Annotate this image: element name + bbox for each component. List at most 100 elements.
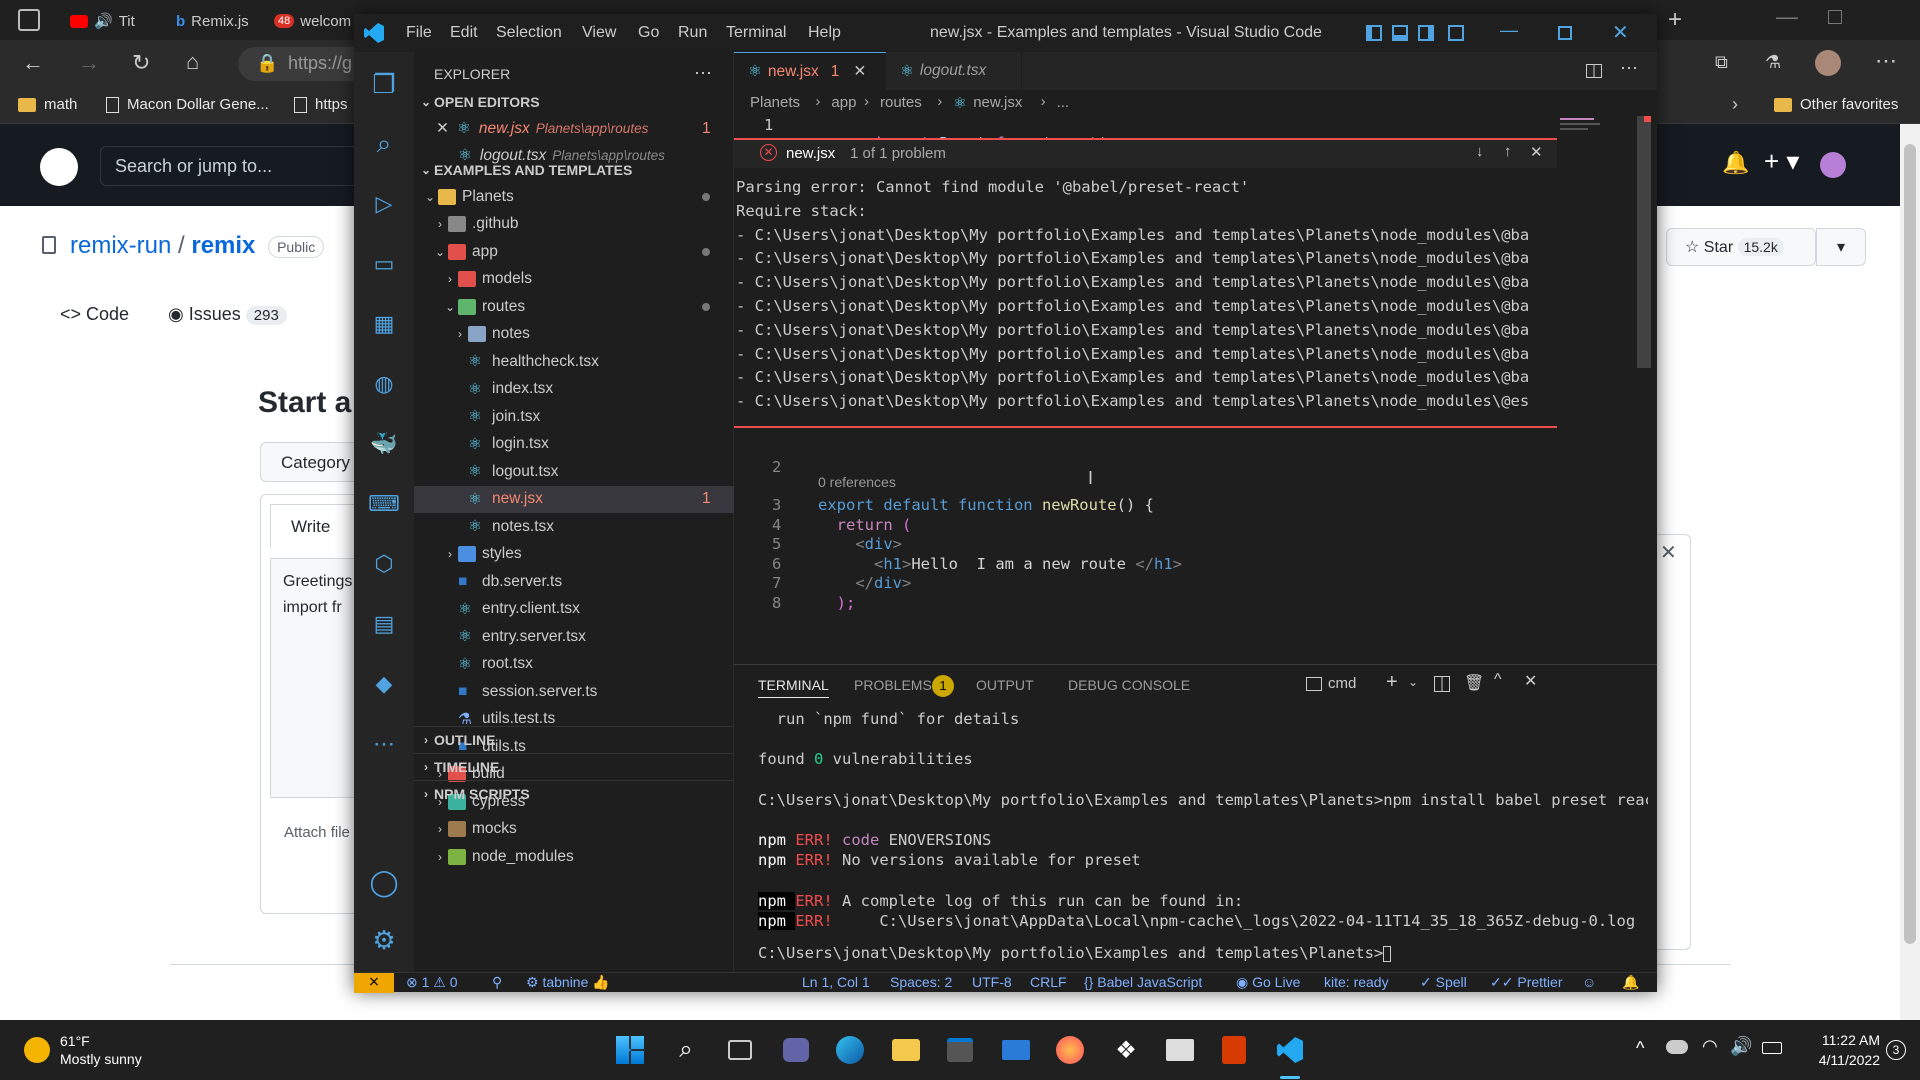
file-item[interactable]: ⚛ root.tsx bbox=[414, 651, 734, 678]
menu-view[interactable]: View bbox=[582, 24, 616, 42]
avatar[interactable] bbox=[1820, 152, 1846, 178]
file-item[interactable]: ⚛ entry.client.tsx bbox=[414, 596, 734, 623]
folder-item[interactable]: › models bbox=[414, 266, 734, 293]
store-icon[interactable] bbox=[940, 1030, 980, 1070]
avatar[interactable] bbox=[1815, 50, 1841, 76]
split-terminal-icon[interactable] bbox=[1434, 676, 1450, 692]
repo-owner-link[interactable]: remix-run bbox=[70, 232, 171, 259]
folder-item[interactable]: › styles bbox=[414, 541, 734, 568]
file-item[interactable]: ⚛ logout.tsx bbox=[414, 458, 734, 485]
trash-icon[interactable]: 🗑 bbox=[1464, 673, 1484, 693]
github-search-input[interactable]: Search or jump to... bbox=[100, 146, 360, 186]
menu-help[interactable]: Help bbox=[808, 24, 841, 42]
breadcrumb-item[interactable]: routes bbox=[880, 94, 922, 111]
file-item[interactable]: ⚛ entry.server.tsx bbox=[414, 623, 734, 650]
breadcrumb-item[interactable]: app bbox=[831, 94, 856, 111]
codelens-references[interactable]: 0 references bbox=[818, 474, 896, 490]
plus-icon[interactable]: + ▾ bbox=[1764, 146, 1799, 177]
clock[interactable]: 11:22 AM 4/11/2022 bbox=[1800, 1030, 1880, 1070]
folder-item[interactable]: › mocks bbox=[414, 816, 734, 843]
menu-terminal[interactable]: Terminal bbox=[726, 24, 786, 42]
toggle-panel-icon[interactable] bbox=[1392, 25, 1408, 41]
maximize-icon[interactable] bbox=[1558, 26, 1572, 40]
star-dropdown-icon[interactable]: ▾ bbox=[1816, 228, 1866, 266]
npm-scripts-header[interactable]: › NPM SCRIPTS bbox=[414, 780, 734, 807]
spell-status[interactable]: ✓ Spell bbox=[1420, 974, 1467, 991]
weather-widget[interactable]: 61°F Mostly sunny bbox=[24, 1032, 142, 1068]
dropbox-icon[interactable]: ❖ bbox=[1106, 1030, 1146, 1070]
terminal-shell-selector[interactable]: cmd bbox=[1306, 675, 1356, 692]
favorites-overflow-icon[interactable]: › bbox=[1732, 94, 1738, 115]
remote-explorer-icon[interactable]: ▭ bbox=[366, 246, 402, 282]
breadcrumb-item[interactable]: new.jsx bbox=[973, 94, 1022, 111]
minimize-icon[interactable]: — bbox=[1776, 4, 1798, 30]
file-item[interactable]: ⚛ new.jsx 1 bbox=[414, 485, 734, 513]
forward-icon[interactable]: → bbox=[78, 50, 100, 76]
folder-item[interactable]: ⌄ routes bbox=[414, 293, 734, 320]
notification-badge[interactable]: 3 bbox=[1886, 1040, 1906, 1060]
go-live[interactable]: ◉ Go Live bbox=[1236, 974, 1300, 991]
refresh-icon[interactable]: ↻ bbox=[132, 50, 150, 76]
favorite-item[interactable]: https bbox=[294, 96, 348, 113]
browser-tab[interactable]: 48 welcom bbox=[266, 6, 352, 36]
tab-code[interactable]: <> Code bbox=[60, 304, 129, 325]
code-line[interactable]: <h1>Hello I am a new route </h1> bbox=[818, 555, 1182, 573]
customize-layout-icon[interactable] bbox=[1448, 25, 1464, 41]
cursor-position[interactable]: Ln 1, Col 1 bbox=[802, 974, 870, 990]
settings-gear-icon[interactable]: ⚙ bbox=[366, 922, 402, 958]
task-view-icon[interactable] bbox=[720, 1030, 760, 1070]
folder-item[interactable]: ⌄ app bbox=[414, 238, 734, 265]
feedback-icon[interactable]: ☺ bbox=[1582, 974, 1596, 990]
tab-issues[interactable]: ◉ Issues 293 bbox=[168, 304, 287, 325]
kite-status[interactable]: kite: ready bbox=[1324, 974, 1389, 990]
bell-icon[interactable]: 🔔 bbox=[1622, 974, 1639, 991]
next-problem-icon[interactable]: ↓ bbox=[1476, 143, 1484, 160]
file-item[interactable]: ⚛ login.tsx bbox=[414, 431, 734, 458]
file-item[interactable]: ⚛ index.tsx bbox=[414, 376, 734, 403]
file-item[interactable]: ⚛ join.tsx bbox=[414, 403, 734, 430]
panel-tab-terminal[interactable]: TERMINAL bbox=[758, 677, 829, 698]
battery-icon[interactable] bbox=[1762, 1042, 1782, 1054]
docker-icon[interactable]: 🐳 bbox=[366, 426, 402, 462]
close-icon[interactable]: ✕ bbox=[1612, 20, 1629, 45]
close-icon[interactable]: ✕ bbox=[436, 119, 449, 138]
file-item[interactable]: ⚛ healthcheck.tsx bbox=[414, 348, 734, 375]
folder-item[interactable]: ⌄ Planets bbox=[414, 183, 734, 210]
menu-file[interactable]: File bbox=[406, 24, 432, 42]
tabnine-icon[interactable]: ◆ bbox=[366, 666, 402, 702]
onedrive-icon[interactable] bbox=[1666, 1040, 1688, 1054]
more-actions-icon[interactable]: ⋯ bbox=[1620, 58, 1638, 79]
file-item[interactable]: ■ session.server.ts bbox=[414, 678, 734, 705]
timeline-header[interactable]: › TIMELINE bbox=[414, 753, 734, 780]
more-icon[interactable]: ⋯ bbox=[366, 726, 402, 762]
code-line[interactable]: export default function newRoute() { bbox=[818, 496, 1154, 514]
file-item[interactable]: ■ db.server.ts bbox=[414, 568, 734, 595]
open-editor-item[interactable]: ✕ ⚛ new.jsx Planets\app\routes 1 bbox=[414, 115, 734, 142]
code-line[interactable]: ); bbox=[818, 594, 856, 612]
eol[interactable]: CRLF bbox=[1030, 974, 1067, 990]
extensions-icon[interactable]: ▦ bbox=[366, 306, 402, 342]
minimize-icon[interactable]: — bbox=[1500, 20, 1518, 41]
chevron-down-icon[interactable]: ⌄ bbox=[1408, 675, 1418, 689]
breadcrumb-item[interactable]: Planets bbox=[750, 94, 800, 111]
open-editors-header[interactable]: ⌄ OPEN EDITORS bbox=[414, 88, 734, 115]
new-tab-icon[interactable]: + bbox=[1668, 6, 1682, 34]
terminal-output[interactable]: run `npm fund` for details found 0 vulner… bbox=[758, 709, 1648, 963]
browser-tab[interactable]: 🔊 Tit bbox=[62, 6, 158, 36]
github-logo-icon[interactable] bbox=[40, 148, 78, 186]
menu-edit[interactable]: Edit bbox=[450, 24, 478, 42]
toggle-secondary-sidebar-icon[interactable] bbox=[1418, 25, 1434, 41]
star-button[interactable]: ☆ Star 15.2k bbox=[1666, 228, 1816, 266]
comment-textarea[interactable]: Greetings import fr bbox=[270, 558, 360, 798]
bell-icon[interactable]: 🔔 bbox=[1722, 150, 1749, 176]
amazon-icon[interactable] bbox=[1160, 1030, 1200, 1070]
mail-icon[interactable] bbox=[996, 1030, 1036, 1070]
code-line[interactable]: <div> bbox=[818, 535, 902, 553]
tab-new-jsx[interactable]: ⚛ new.jsx 1 ✕ bbox=[734, 52, 886, 90]
wifi-icon[interactable]: ◠ bbox=[1702, 1036, 1718, 1057]
indentation[interactable]: Spaces: 2 bbox=[890, 974, 952, 990]
menu-run[interactable]: Run bbox=[678, 24, 707, 42]
minimap[interactable] bbox=[1560, 116, 1620, 136]
favorite-item[interactable]: math bbox=[18, 96, 77, 113]
panel-tab-problems[interactable]: PROBLEMS bbox=[854, 677, 932, 693]
